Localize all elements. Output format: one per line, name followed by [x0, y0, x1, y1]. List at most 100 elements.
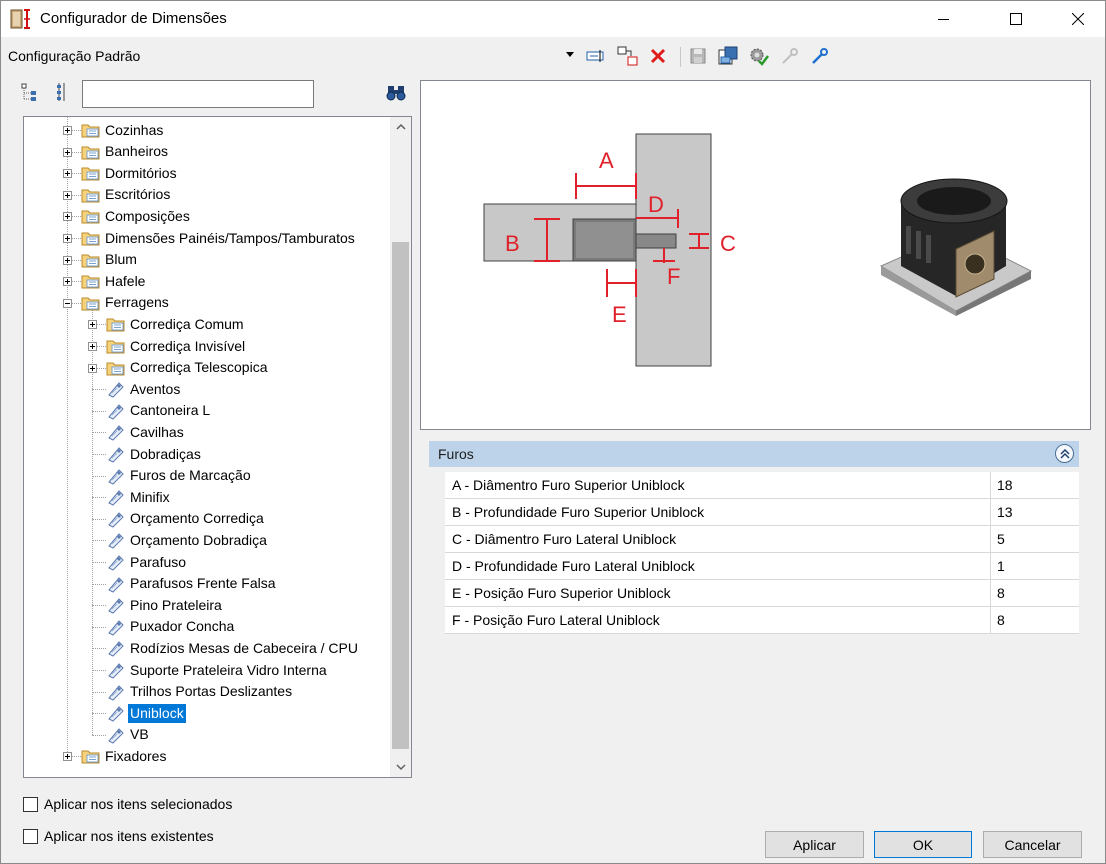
tree-connector [92, 648, 106, 650]
rename-button[interactable] [585, 46, 607, 66]
expand-icon[interactable] [88, 363, 97, 373]
configuration-selector[interactable]: Configuração Padrão [8, 48, 140, 64]
maximize-button[interactable] [993, 1, 1039, 37]
apply-selected-option[interactable]: Aplicar nos itens selecionados [23, 796, 232, 812]
collapse-icon[interactable] [63, 298, 72, 308]
property-value-field[interactable]: 13 [990, 499, 1080, 525]
tree-item-furos-de-marcacao[interactable]: Furos de Marcação [106, 466, 253, 486]
cancel-button[interactable]: Cancelar [983, 831, 1082, 858]
tree-item-dormitorios[interactable]: Dormitórios [81, 163, 179, 183]
property-row[interactable]: F - Posição Furo Lateral Uniblock 8 [445, 607, 1079, 634]
tree-item-rodizios-mesas-de-cabeceira-cpu[interactable]: Rodízios Mesas de Cabeceira / CPU [106, 638, 360, 658]
tree-connector [92, 410, 106, 412]
collapse-group-button[interactable] [1055, 444, 1074, 463]
tree-search-input[interactable] [82, 80, 314, 108]
tree-connector [92, 475, 106, 477]
tree-item-corredica-invisivel[interactable]: Corrediça Invisível [106, 336, 247, 356]
tree-connector [92, 734, 106, 736]
delete-button[interactable] [647, 46, 669, 66]
tree-item-minifix[interactable]: Minifix [106, 487, 172, 507]
tree-item-vb[interactable]: VB [106, 725, 151, 745]
binoculars-icon[interactable] [385, 82, 407, 104]
key-button[interactable] [809, 46, 831, 66]
tree-item-uniblock[interactable]: Uniblock [106, 703, 186, 723]
expand-icon[interactable] [63, 190, 72, 200]
tree-item-blum[interactable]: Blum [81, 250, 139, 270]
close-icon [1072, 13, 1084, 25]
ok-button[interactable]: OK [874, 831, 972, 858]
tree-item-corredica-telescopica[interactable]: Corrediça Telescopica [106, 358, 269, 378]
copy-config-button[interactable] [617, 46, 639, 66]
property-row[interactable]: E - Posição Furo Superior Uniblock 8 [445, 580, 1079, 607]
tree-item-aventos[interactable]: Aventos [106, 379, 182, 399]
tree-item-dobradicas[interactable]: Dobradiças [106, 444, 203, 464]
apply-existing-checkbox[interactable] [23, 828, 38, 844]
scroll-thumb[interactable] [392, 242, 409, 749]
tree-item-orcamento-corredica[interactable]: Orçamento Corrediça [106, 509, 266, 529]
chevron-up-icon [395, 123, 406, 130]
key-disabled-icon [782, 48, 798, 64]
minimize-button[interactable] [921, 1, 967, 37]
tree-item-escritorios[interactable]: Escritórios [81, 185, 172, 205]
tree-item-cavilhas[interactable]: Cavilhas [106, 422, 186, 442]
property-value-field[interactable]: 1 [990, 553, 1080, 579]
tree-item-dimensoes-paineis-tampos-tamburatos[interactable]: Dimensões Painéis/Tampos/Tamburatos [81, 228, 357, 248]
tree-item-pino-prateleira[interactable]: Pino Prateleira [106, 595, 224, 615]
expand-icon[interactable] [88, 320, 97, 330]
chevron-down-icon[interactable] [566, 52, 574, 57]
tree-item-corredica-comum[interactable]: Corrediça Comum [106, 314, 246, 334]
tree-item-composicoes[interactable]: Composições [81, 206, 192, 226]
import-button[interactable] [717, 46, 739, 66]
apply-selected-checkbox[interactable] [23, 796, 38, 812]
apply-button[interactable]: Aplicar [765, 831, 864, 858]
tree-item-trilhos-portas-deslizantes[interactable]: Trilhos Portas Deslizantes [106, 682, 294, 702]
expand-tree-icon[interactable] [19, 81, 41, 103]
save-button[interactable] [687, 46, 709, 66]
expand-icon[interactable] [63, 126, 72, 135]
scroll-down-button[interactable] [390, 757, 411, 777]
property-row[interactable]: D - Profundidade Furo Lateral Uniblock 1 [445, 553, 1079, 580]
category-tree[interactable]: Cozinhas Banheiros Dormitórios Escritórios C… [23, 116, 412, 778]
tree-item-fixadores[interactable]: Fixadores [81, 746, 168, 766]
tree-item-label: Pino Prateleira [130, 596, 222, 613]
tree-item-label: Cavilhas [130, 423, 184, 440]
settings-button[interactable] [747, 46, 769, 66]
expand-icon[interactable] [63, 277, 72, 287]
expand-icon[interactable] [63, 752, 72, 762]
hardware-item-icon [106, 467, 126, 485]
tree-item-suporte-prateleira-vidro-interna[interactable]: Suporte Prateleira Vidro Interna [106, 660, 329, 680]
property-value-field[interactable]: 8 [990, 580, 1080, 606]
label-f: F [667, 264, 680, 289]
property-value-field[interactable]: 5 [990, 526, 1080, 552]
collapse-tree-icon[interactable] [51, 81, 73, 103]
expand-icon[interactable] [63, 169, 72, 179]
property-row[interactable]: A - Diâmentro Furo Superior Uniblock 18 [445, 472, 1079, 499]
apply-existing-option[interactable]: Aplicar nos itens existentes [23, 828, 214, 844]
tree-item-banheiros[interactable]: Banheiros [81, 142, 170, 162]
furos-group-header[interactable]: Furos [429, 441, 1079, 467]
property-row[interactable]: C - Diâmentro Furo Lateral Uniblock 5 [445, 526, 1079, 553]
tree-item-cantoneira-l[interactable]: Cantoneira L [106, 401, 212, 421]
expand-icon[interactable] [63, 255, 72, 265]
tree-item-cozinhas[interactable]: Cozinhas [81, 120, 165, 140]
tree-item-hafele[interactable]: Hafele [81, 271, 147, 291]
property-row[interactable]: B - Profundidade Furo Superior Uniblock 1… [445, 499, 1079, 526]
expand-icon[interactable] [63, 234, 72, 243]
tree-item-ferragens[interactable]: Ferragens [81, 293, 171, 313]
toolbar-separator [680, 47, 681, 67]
property-value-field[interactable]: 8 [990, 607, 1080, 633]
property-value-field[interactable]: 18 [990, 472, 1080, 498]
tree-item-label: Ferragens [105, 294, 169, 311]
tree-item-puxador-concha[interactable]: Puxador Concha [106, 617, 236, 637]
close-button[interactable] [1055, 1, 1101, 37]
key-disabled-button[interactable] [779, 46, 801, 66]
tree-item-orcamento-dobradica[interactable]: Orçamento Dobradiça [106, 530, 269, 550]
expand-icon[interactable] [88, 342, 97, 351]
tree-item-parafusos-frente-falsa[interactable]: Parafusos Frente Falsa [106, 574, 278, 594]
tree-item-parafuso[interactable]: Parafuso [106, 552, 188, 572]
tree-item-label: Corrediça Comum [130, 315, 244, 332]
scroll-up-button[interactable] [390, 117, 411, 137]
expand-icon[interactable] [63, 147, 72, 157]
expand-icon[interactable] [63, 212, 72, 222]
tree-scrollbar[interactable] [390, 117, 411, 777]
